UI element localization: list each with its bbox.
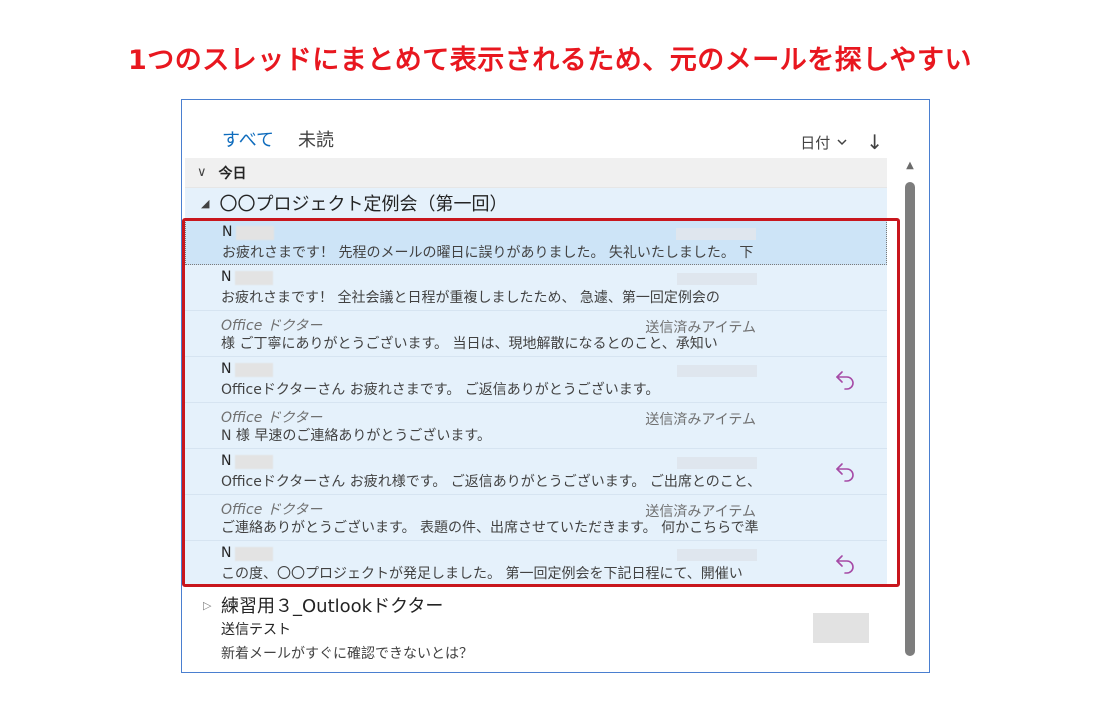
message-list: ∨ 今日 ◢ 〇〇プロジェクト定例会（第一回） N お疲れさまです！ 先程のメール…: [185, 158, 887, 672]
message-sender: N: [221, 545, 232, 561]
reply-icon: [836, 555, 854, 574]
redacted-date: [677, 273, 757, 285]
message-row[interactable]: Office ドクター 送信済みアイテム N 様 早速のご連絡ありがとうございます。: [185, 403, 887, 449]
message-row[interactable]: N Officeドクターさん お疲れ様です。 ご返信ありがとうございます。 ご出席…: [185, 449, 887, 495]
thread-title: 〇〇プロジェクト定例会（第一回）: [219, 194, 508, 215]
group-label: 今日: [218, 165, 247, 182]
message-sender: N: [222, 224, 233, 240]
expand-triangle-icon[interactable]: ▷: [203, 599, 211, 612]
scroll-up-arrow-icon[interactable]: ▲: [903, 160, 917, 174]
mail-list-panel: すべて 未読 日付 ↓ ∨ 今日 ◢ 〇〇プロジェクト定例会（第一回） N お疲れ…: [181, 99, 930, 673]
message-preview: ご連絡ありがとうございます。 表題の件、出席させていただきます。 何かこちらで準: [221, 520, 759, 536]
message-sender: Office ドクター: [221, 410, 323, 426]
message-subject: 送信テスト: [221, 622, 291, 638]
redacted-name: [235, 363, 273, 377]
message-row[interactable]: N Officeドクターさん お疲れさまです。 ご返信ありがとうございます。: [185, 357, 887, 403]
redacted-block: [813, 613, 869, 643]
thread-title: 練習用３_Outlookドクター: [221, 596, 444, 617]
caption-text: 1つのスレッドにまとめて表示されるため、元のメールを探しやすい: [127, 45, 972, 76]
reply-icon: [836, 371, 854, 390]
sort-controls: 日付 ↓: [800, 130, 883, 154]
redacted-name: [235, 271, 273, 285]
reply-icon: [836, 463, 854, 482]
thread-header[interactable]: ◢ 〇〇プロジェクト定例会（第一回）: [185, 188, 887, 219]
message-preview: N 様 早速のご連絡ありがとうございます。: [221, 428, 491, 444]
message-sender: Office ドクター: [221, 502, 323, 518]
chevron-down-icon: [837, 139, 847, 146]
redacted-name: [235, 547, 273, 561]
message-preview: Officeドクターさん お疲れ様です。 ご返信ありがとうございます。 ご出席と…: [221, 474, 761, 490]
message-preview: お疲れさまです！ 全社会議と日程が重複しましたため、 急遽、第一回定例会の: [221, 290, 720, 306]
message-row[interactable]: Office ドクター 送信済みアイテム様 ご丁寧にありがとうございます。 当日は…: [185, 311, 887, 357]
group-header-today[interactable]: ∨ 今日: [185, 158, 887, 188]
filter-tabs: すべて 未読: [222, 126, 334, 162]
conversation-thread: ◢ 〇〇プロジェクト定例会（第一回） N お疲れさまです！ 先程のメールの曜日に誤…: [185, 188, 887, 587]
message-sender: Office ドクター: [221, 318, 323, 334]
message-preview: Officeドクターさん お疲れさまです。 ご返信ありがとうございます。: [221, 382, 660, 398]
redacted-date: [677, 457, 757, 469]
list-item[interactable]: ▷ 練習用３_Outlookドクター 送信テスト 新着メールがすぐに確認できない…: [185, 587, 887, 672]
message-row[interactable]: N この度、〇〇プロジェクトが発足しました。 第一回定例会を下記日程にて、開催い: [185, 541, 887, 587]
message-preview: 様 ご丁寧にありがとうございます。 当日は、現地解散になるとのこと、承知い: [221, 336, 718, 352]
redacted-date: [677, 549, 757, 561]
chevron-down-icon: ∨: [197, 165, 207, 180]
redacted-date: [677, 365, 757, 377]
tab-unread[interactable]: 未読: [298, 126, 334, 158]
message-row[interactable]: N お疲れさまです！ 全社会議と日程が重複しましたため、 急遽、第一回定例会の: [185, 265, 887, 311]
arrow-down-icon[interactable]: ↓: [866, 130, 883, 154]
message-sender: N: [221, 453, 232, 469]
redacted-date: [676, 228, 756, 240]
message-preview: お疲れさまです！ 先程のメールの曜日に誤りがありました。 失礼いたしました。 下: [222, 245, 754, 261]
thread-messages: N お疲れさまです！ 先程のメールの曜日に誤りがありました。 失礼いたしました。 …: [185, 219, 887, 587]
redacted-name: [235, 455, 273, 469]
message-row[interactable]: N お疲れさまです！ 先程のメールの曜日に誤りがありました。 失礼いたしました。 …: [185, 219, 887, 265]
message-sender: N: [221, 361, 232, 377]
redacted-name: [236, 226, 274, 240]
scroll-thumb[interactable]: [905, 182, 915, 656]
scrollbar[interactable]: ▲: [903, 160, 917, 664]
sort-by-date-button[interactable]: 日付: [800, 132, 848, 153]
message-sender: N: [221, 269, 232, 285]
collapse-triangle-icon[interactable]: ◢: [201, 197, 209, 210]
message-preview: この度、〇〇プロジェクトが発足しました。 第一回定例会を下記日程にて、開催い: [221, 566, 743, 582]
sort-label: 日付: [800, 133, 831, 152]
message-preview: 新着メールがすぐに確認できないとは？: [221, 646, 473, 662]
message-row[interactable]: Office ドクター 送信済みアイテム ご連絡ありがとうございます。 表題の件、出…: [185, 495, 887, 541]
tab-all[interactable]: すべて: [222, 126, 275, 162]
